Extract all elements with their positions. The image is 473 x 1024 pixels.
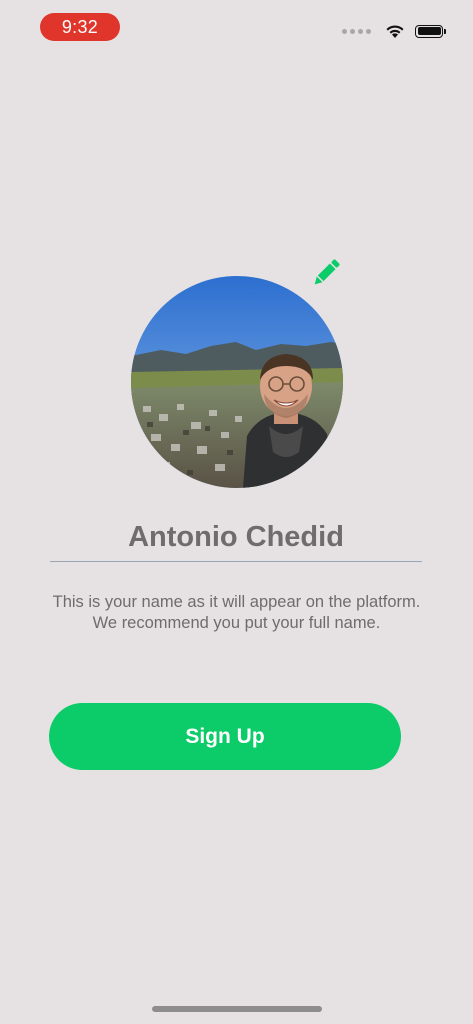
signal-dots-icon [342, 28, 371, 34]
avatar-photo [131, 276, 343, 488]
pencil-icon[interactable] [307, 254, 345, 292]
name-field[interactable]: Antonio Chedid [50, 515, 422, 562]
battery-icon [415, 24, 446, 38]
profile-avatar[interactable] [131, 276, 343, 488]
wifi-icon [386, 24, 404, 38]
hint-line-2: We recommend you put your full name. [92, 614, 381, 632]
home-indicator[interactable] [152, 1006, 322, 1012]
hint-line-1: This is your name as it will appear on t… [52, 593, 421, 611]
sign-up-button[interactable]: Sign Up [49, 703, 401, 770]
status-time: 9:32 [40, 13, 120, 41]
name-hint: This is your name as it will appear on t… [20, 592, 453, 634]
status-icons [342, 20, 446, 42]
